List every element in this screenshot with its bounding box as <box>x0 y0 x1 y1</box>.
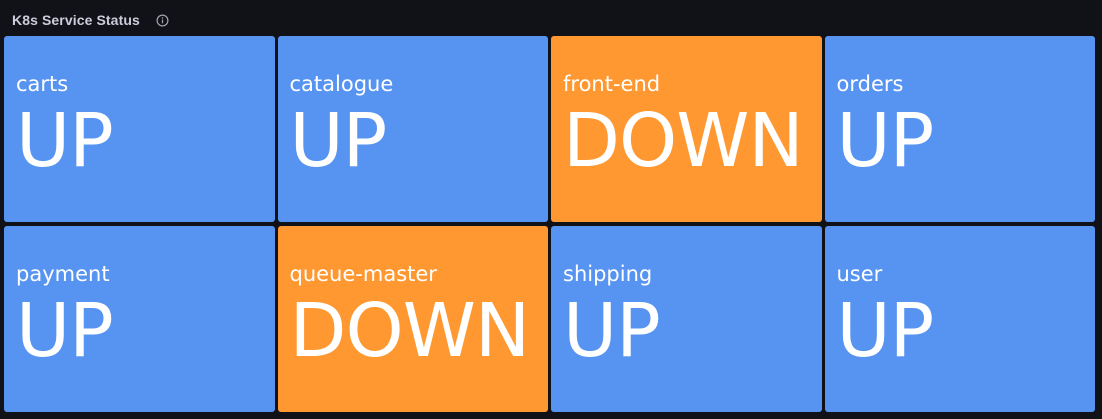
service-tile-carts[interactable]: carts UP <box>4 36 275 222</box>
service-name: payment <box>16 262 110 286</box>
service-tile-queue-master[interactable]: queue-master DOWN <box>277 226 548 412</box>
service-tile-catalogue[interactable]: catalogue UP <box>277 36 548 222</box>
service-status-panel: K8s Service Status carts UP catalogue UP… <box>0 0 1102 419</box>
service-status: UP <box>16 288 114 374</box>
service-name: catalogue <box>289 72 394 96</box>
service-status: UP <box>563 288 661 374</box>
service-status: DOWN <box>563 98 804 184</box>
service-tile-front-end[interactable]: front-end DOWN <box>551 36 822 222</box>
panel-header: K8s Service Status <box>12 10 170 30</box>
status-grid: carts UP catalogue UP front-end DOWN ord… <box>4 36 1095 412</box>
info-icon[interactable] <box>156 13 170 27</box>
service-tile-shipping[interactable]: shipping UP <box>551 226 822 412</box>
service-status: UP <box>836 288 935 374</box>
panel-title[interactable]: K8s Service Status <box>12 12 140 28</box>
service-name: carts <box>16 72 69 96</box>
service-status: DOWN <box>289 288 531 374</box>
service-status: UP <box>16 98 114 184</box>
service-status: UP <box>289 98 388 184</box>
service-tile-orders[interactable]: orders UP <box>824 36 1095 222</box>
service-name: queue-master <box>289 262 437 286</box>
service-name: shipping <box>563 262 653 286</box>
service-tile-payment[interactable]: payment UP <box>4 226 275 412</box>
service-name: orders <box>836 72 904 96</box>
service-status: UP <box>836 98 935 184</box>
service-name: front-end <box>563 72 661 96</box>
service-tile-user[interactable]: user UP <box>824 226 1095 412</box>
service-name: user <box>836 262 883 286</box>
